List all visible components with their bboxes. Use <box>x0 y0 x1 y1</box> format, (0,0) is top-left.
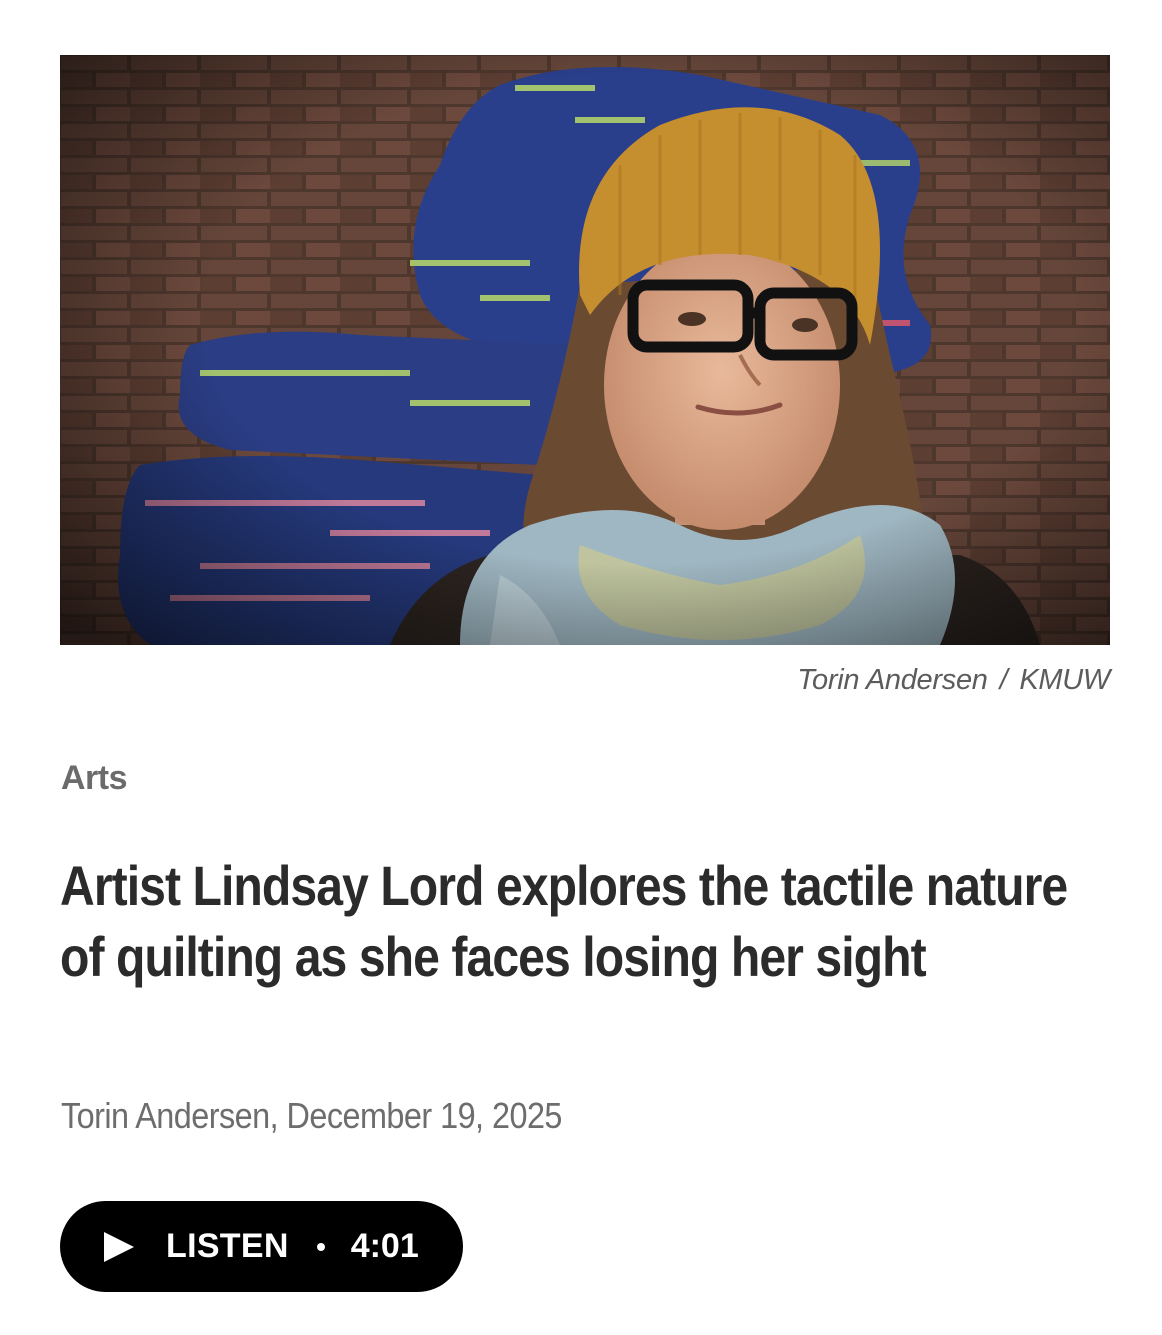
article-byline: Torin Andersen, December 19, 2025 <box>61 1095 562 1136</box>
hero-photo <box>60 55 1110 645</box>
photo-credit-separator: / <box>999 664 1008 696</box>
portrait-photo-illustration <box>60 55 1110 645</box>
photo-credit-org: KMUW <box>1019 664 1110 696</box>
listen-label: LISTEN <box>166 1227 289 1265</box>
separator-dot <box>316 1242 325 1251</box>
photo-credit: Torin Andersen / KMUW <box>797 664 1110 697</box>
listen-button[interactable]: LISTEN 4:01 <box>60 1201 463 1292</box>
section-link[interactable]: Arts <box>61 759 128 798</box>
photo-credit-author: Torin Andersen <box>797 664 988 696</box>
article-headline: Artist Lindsay Lord explores the tactile… <box>60 854 1068 988</box>
play-icon <box>104 1231 134 1262</box>
audio-duration: 4:01 <box>350 1227 419 1265</box>
